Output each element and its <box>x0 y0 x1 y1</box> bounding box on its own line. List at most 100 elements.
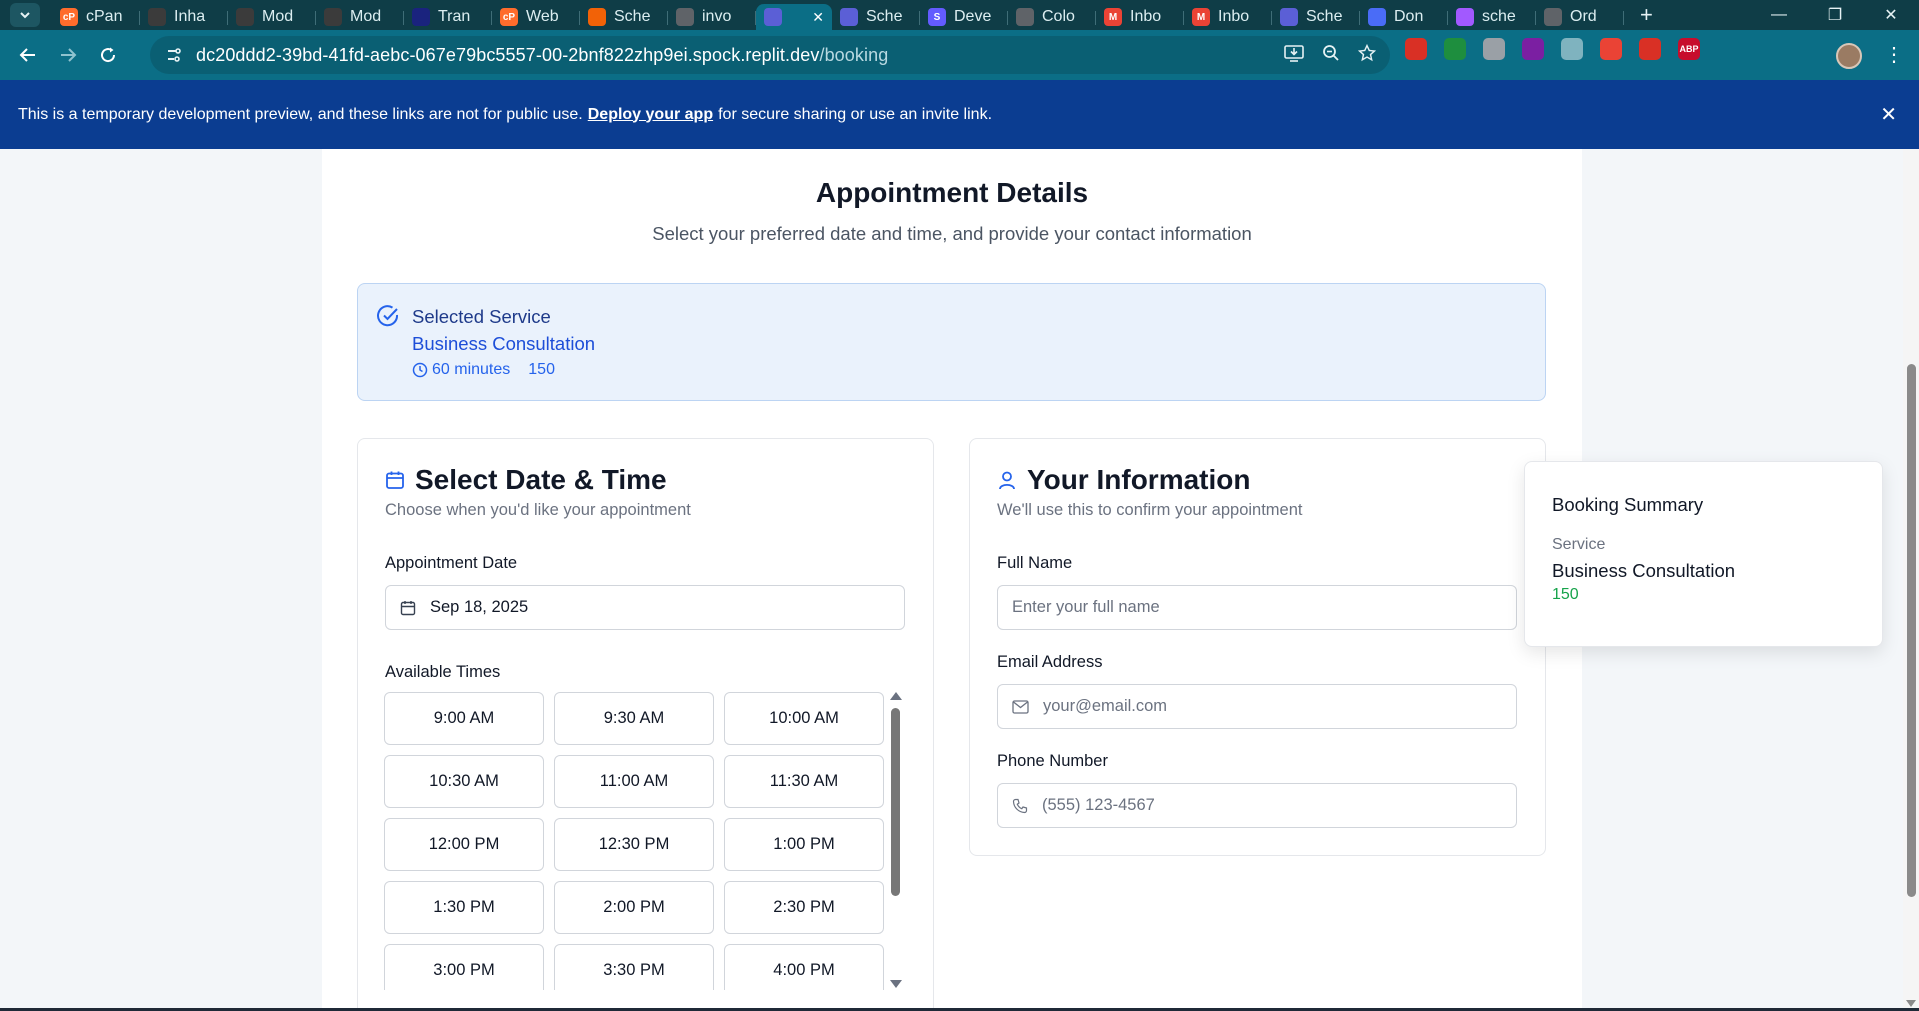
browser-tab[interactable]: Don <box>1360 4 1448 30</box>
phone-label: Phone Number <box>997 752 1108 770</box>
time-slot-button[interactable]: 2:00 PM <box>554 881 714 934</box>
tab-title: Tran <box>438 8 471 25</box>
banner-text-after: for secure sharing or use an invite link… <box>718 105 993 123</box>
tab-close-icon[interactable]: ✕ <box>812 9 824 26</box>
scroll-thumb[interactable] <box>891 708 900 896</box>
time-slot-button[interactable]: 3:00 PM <box>384 944 544 990</box>
browser-menu-button[interactable]: ⋮ <box>1884 42 1904 67</box>
full-name-label: Full Name <box>997 554 1073 572</box>
browser-tab[interactable]: Tran <box>404 4 492 30</box>
back-button[interactable] <box>8 35 48 75</box>
time-slot-button[interactable]: 2:30 PM <box>724 881 884 934</box>
browser-tab-active[interactable]: ✕ <box>756 4 832 30</box>
time-slot-button[interactable]: 11:00 AM <box>554 755 714 808</box>
summary-price: 150 <box>1552 586 1579 603</box>
browser-tab[interactable]: M Inbo <box>1096 4 1184 30</box>
profile-avatar[interactable] <box>1836 43 1862 69</box>
more-vertical-icon: ⋮ <box>1884 44 1904 66</box>
service-price: 150 <box>528 361 555 378</box>
time-slot-button[interactable]: 4:00 PM <box>724 944 884 990</box>
browser-tab[interactable]: Sche <box>1272 4 1360 30</box>
tab-title: Web <box>526 8 559 25</box>
ext-shield-icon[interactable] <box>1483 38 1505 60</box>
deploy-app-link[interactable]: Deploy your app <box>588 106 713 124</box>
booking-summary-title: Booking Summary <box>1552 494 1704 515</box>
phone-input[interactable]: (555) 123-4567 <box>997 783 1517 828</box>
zoom-icon[interactable] <box>1322 44 1340 67</box>
time-slot-button[interactable]: 9:30 AM <box>554 692 714 745</box>
page-scroll-down-icon[interactable] <box>1906 1000 1916 1007</box>
chevron-down-icon <box>20 12 30 19</box>
ext-red-icon[interactable] <box>1405 38 1427 60</box>
ext-green-icon[interactable] <box>1444 38 1466 60</box>
forward-button[interactable] <box>48 35 88 75</box>
replit-icon <box>1280 8 1298 26</box>
browser-tab[interactable]: cP cPan <box>52 4 140 30</box>
time-slot-button[interactable]: 10:00 AM <box>724 692 884 745</box>
ext-capture-icon[interactable] <box>1522 38 1544 60</box>
cpanel-icon: cP <box>500 8 518 26</box>
browser-tab[interactable]: S Deve <box>920 4 1008 30</box>
browser-tab[interactable]: cP Web <box>492 4 580 30</box>
time-slot-button[interactable]: 3:30 PM <box>554 944 714 990</box>
tab-title: Inbo <box>1130 8 1162 25</box>
banner-close-button[interactable]: ✕ <box>1880 102 1897 127</box>
site-info-icon[interactable] <box>164 45 184 65</box>
scroll-up-arrow-icon[interactable] <box>890 692 902 700</box>
restore-button[interactable]: ❐ <box>1807 0 1863 30</box>
browser-tab[interactable]: M Inbo <box>1184 4 1272 30</box>
bookmark-star-icon[interactable] <box>1357 43 1377 67</box>
time-slots-list[interactable]: 9:00 AM 9:30 AM 10:00 AM 10:30 AM 11:00 AM 11… <box>384 692 894 990</box>
time-slot-button[interactable]: 10:30 AM <box>384 755 544 808</box>
ext-wave-icon[interactable] <box>1561 38 1583 60</box>
phone-placeholder: (555) 123-4567 <box>1042 796 1155 814</box>
browser-tab[interactable]: Mod <box>228 4 316 30</box>
date-time-title: Select Date & Time <box>385 464 667 496</box>
window-controls: — ❐ ✕ <box>1751 0 1919 30</box>
browser-tab[interactable]: Sche <box>580 4 668 30</box>
your-information-description: We'll use this to confirm your appointme… <box>997 501 1303 519</box>
tab-title: Inbo <box>1218 8 1250 25</box>
browser-tab[interactable]: Sche <box>832 4 920 30</box>
install-app-icon[interactable] <box>1284 44 1304 67</box>
extensions-row: ABP <box>1405 38 1739 60</box>
selected-service-label: Selected Service <box>412 306 551 327</box>
film-icon <box>324 8 342 26</box>
appointment-date-picker[interactable]: Sep 18, 2025 <box>385 585 905 630</box>
new-tab-button[interactable]: + <box>1640 2 1653 28</box>
ext-abp-icon[interactable]: ABP <box>1678 38 1700 60</box>
extensions-puzzle-icon[interactable] <box>1717 38 1739 60</box>
email-input[interactable]: your@email.com <box>997 684 1517 729</box>
time-slot-button[interactable]: 12:30 PM <box>554 818 714 871</box>
scroll-down-arrow-icon[interactable] <box>890 980 902 988</box>
ext-color-icon[interactable] <box>1600 38 1622 60</box>
reload-button[interactable] <box>88 35 128 75</box>
time-slot-button[interactable]: 11:30 AM <box>724 755 884 808</box>
reload-icon <box>101 47 116 63</box>
url-text[interactable]: dc20ddd2-39bd-41fd-aebc-067e79bc5557-00-… <box>196 45 888 66</box>
figma-icon <box>1456 8 1474 26</box>
time-slot-button[interactable]: 9:00 AM <box>384 692 544 745</box>
time-slot-button[interactable]: 12:00 PM <box>384 818 544 871</box>
tab-search-button[interactable] <box>10 3 40 27</box>
browser-tab[interactable]: Colo <box>1008 4 1096 30</box>
close-window-button[interactable]: ✕ <box>1863 0 1919 30</box>
browser-tab[interactable]: Mod <box>316 4 404 30</box>
time-slot-button[interactable]: 1:30 PM <box>384 881 544 934</box>
service-meta: 60 minutes 150 <box>412 361 555 379</box>
time-slots-scrollbar[interactable] <box>887 692 903 988</box>
address-bar[interactable]: dc20ddd2-39bd-41fd-aebc-067e79bc5557-00-… <box>150 36 1390 74</box>
ext-video-icon[interactable] <box>1639 38 1661 60</box>
your-information-panel: Your Information We'll use this to confi… <box>969 438 1546 856</box>
browser-tab[interactable]: Inha <box>140 4 228 30</box>
minimize-button[interactable]: — <box>1751 0 1807 30</box>
page-scroll-thumb[interactable] <box>1907 364 1916 897</box>
time-slot-button[interactable]: 1:00 PM <box>724 818 884 871</box>
browser-tab[interactable]: invo <box>668 4 756 30</box>
page-scrollbar[interactable] <box>1903 149 1919 1011</box>
globe-icon <box>676 8 694 26</box>
selected-service-box: Selected Service Business Consultation 6… <box>357 283 1546 401</box>
browser-tab[interactable]: Ord <box>1536 4 1624 30</box>
browser-tab[interactable]: sche <box>1448 4 1536 30</box>
full-name-input[interactable]: Enter your full name <box>997 585 1517 630</box>
